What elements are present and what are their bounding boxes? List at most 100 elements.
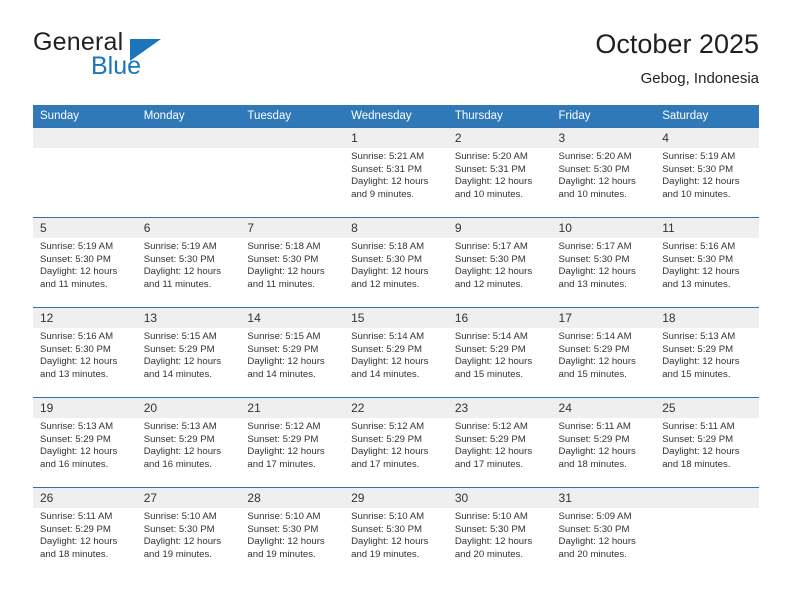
daylight-text-line1: Daylight: 12 hours (143, 266, 222, 278)
daylight-text-line2: and 10 minutes. (662, 188, 731, 200)
calendar-day-cell[interactable]: 5 Sunrise: 5:19 AM Sunset: 5:30 PM Daylight… (33, 217, 137, 308)
daylight-text-line1: Daylight: 12 hours (558, 446, 636, 458)
daylight-text-line2: and 12 minutes. (454, 278, 524, 290)
daylight-text-line1: Daylight: 12 hours (662, 356, 740, 368)
day-number: 21 (240, 398, 345, 418)
calendar-day-cell[interactable]: 3 Sunrise: 5:20 AM Sunset: 5:30 PM Daylight… (551, 127, 656, 218)
sunrise-text: Sunrise: 5:10 AM (247, 511, 321, 522)
daylight-text-line1: Daylight: 12 hours (351, 176, 429, 188)
day-number: 24 (551, 398, 656, 418)
general-blue-logo[interactable]: General Blue (33, 28, 253, 94)
day-cell: 12 Sunrise: 5:16 AM Sunset: 5:30 PM Dayligh… (33, 308, 137, 397)
calendar-week-row: 19 Sunrise: 5:13 AM Sunset: 5:29 PM Dayligh… (33, 397, 759, 488)
day-cell: 30 Sunrise: 5:10 AM Sunset: 5:30 PM Dayligh… (447, 488, 552, 577)
sunrise-text: Sunrise: 5:09 AM (558, 511, 632, 522)
calendar-day-cell[interactable]: 26 Sunrise: 5:11 AM Sunset: 5:29 PM Dayligh… (33, 487, 137, 577)
sunset-text: Sunset: 5:29 PM (351, 343, 423, 355)
daylight-text-line2: and 13 minutes. (662, 278, 731, 290)
day-number: 10 (551, 218, 656, 238)
calendar-day-cell[interactable]: 25 Sunrise: 5:11 AM Sunset: 5:29 PM Dayligh… (655, 397, 759, 488)
daylight-text-line2: and 11 minutes. (40, 278, 108, 290)
daylight-text-line1: Daylight: 12 hours (662, 446, 740, 458)
sunset-text: Sunset: 5:30 PM (454, 253, 526, 265)
sunrise-text: Sunrise: 5:10 AM (454, 511, 528, 522)
sunset-text: Sunset: 5:31 PM (351, 163, 423, 175)
day-number: 11 (655, 218, 759, 238)
calendar-day-cell[interactable]: 7 Sunrise: 5:18 AM Sunset: 5:30 PM Daylight… (240, 217, 345, 308)
page-subtitle-location: Gebog, Indonesia (640, 70, 759, 87)
calendar-day-cell[interactable]: 24 Sunrise: 5:11 AM Sunset: 5:29 PM Dayligh… (551, 397, 656, 488)
calendar-day-cell[interactable]: 14 Sunrise: 5:15 AM Sunset: 5:29 PM Dayligh… (240, 307, 345, 398)
day-details: Sunrise: 5:15 AM Sunset: 5:29 PM Daylight:… (137, 328, 241, 381)
day-details: Sunrise: 5:16 AM Sunset: 5:30 PM Daylight:… (33, 328, 137, 381)
sunset-text: Sunset: 5:30 PM (662, 253, 734, 265)
calendar-day-cell[interactable] (136, 127, 241, 218)
calendar-day-cell[interactable]: 8 Sunrise: 5:18 AM Sunset: 5:30 PM Daylight… (344, 217, 448, 308)
sunset-text: Sunset: 5:30 PM (247, 253, 319, 265)
calendar-day-cell[interactable] (655, 487, 759, 577)
sunset-text: Sunset: 5:31 PM (454, 163, 526, 175)
daylight-text-line1: Daylight: 12 hours (351, 266, 429, 278)
calendar-day-cell[interactable] (33, 127, 137, 218)
day-cell: 26 Sunrise: 5:11 AM Sunset: 5:29 PM Dayligh… (33, 488, 137, 577)
calendar-day-cell[interactable]: 17 Sunrise: 5:14 AM Sunset: 5:29 PM Dayligh… (551, 307, 656, 398)
daylight-text-line1: Daylight: 12 hours (40, 446, 118, 458)
calendar-day-cell[interactable]: 27 Sunrise: 5:10 AM Sunset: 5:30 PM Dayligh… (136, 487, 241, 577)
calendar-day-cell[interactable]: 10 Sunrise: 5:17 AM Sunset: 5:30 PM Dayligh… (551, 217, 656, 308)
day-cell: 11 Sunrise: 5:16 AM Sunset: 5:30 PM Dayligh… (655, 218, 759, 307)
day-cell: 8 Sunrise: 5:18 AM Sunset: 5:30 PM Daylight… (344, 218, 448, 307)
calendar-day-cell[interactable] (240, 127, 345, 218)
calendar-day-cell[interactable]: 23 Sunrise: 5:12 AM Sunset: 5:29 PM Dayligh… (447, 397, 552, 488)
calendar-day-cell[interactable]: 12 Sunrise: 5:16 AM Sunset: 5:30 PM Dayligh… (33, 307, 137, 398)
day-cell: 28 Sunrise: 5:10 AM Sunset: 5:30 PM Dayligh… (240, 488, 345, 577)
sunrise-text: Sunrise: 5:13 AM (662, 331, 736, 342)
sunrise-text: Sunrise: 5:12 AM (247, 421, 321, 432)
sunset-text: Sunset: 5:29 PM (662, 433, 734, 445)
daylight-text-line2: and 13 minutes. (558, 278, 627, 290)
calendar-day-cell[interactable]: 4 Sunrise: 5:19 AM Sunset: 5:30 PM Daylight… (655, 127, 759, 218)
calendar-day-cell[interactable]: 28 Sunrise: 5:10 AM Sunset: 5:30 PM Dayligh… (240, 487, 345, 577)
calendar-day-cell[interactable]: 31 Sunrise: 5:09 AM Sunset: 5:30 PM Dayligh… (551, 487, 656, 577)
calendar-day-cell[interactable]: 2 Sunrise: 5:20 AM Sunset: 5:31 PM Daylight… (447, 127, 552, 218)
day-cell: 17 Sunrise: 5:14 AM Sunset: 5:29 PM Dayligh… (551, 308, 656, 397)
calendar-day-cell[interactable]: 15 Sunrise: 5:14 AM Sunset: 5:29 PM Dayligh… (344, 307, 448, 398)
calendar-day-cell[interactable]: 30 Sunrise: 5:10 AM Sunset: 5:30 PM Dayligh… (447, 487, 552, 577)
day-details: Sunrise: 5:13 AM Sunset: 5:29 PM Daylight:… (137, 418, 241, 471)
day-number: 9 (447, 218, 552, 238)
calendar-day-cell[interactable]: 9 Sunrise: 5:17 AM Sunset: 5:30 PM Daylight… (447, 217, 552, 308)
daylight-text-line2: and 13 minutes. (40, 368, 109, 380)
sunrise-text: Sunrise: 5:20 AM (454, 151, 528, 162)
daylight-text-line1: Daylight: 12 hours (454, 176, 533, 188)
daylight-text-line2: and 11 minutes. (247, 278, 315, 290)
calendar-day-cell[interactable]: 11 Sunrise: 5:16 AM Sunset: 5:30 PM Dayligh… (655, 217, 759, 308)
sunrise-text: Sunrise: 5:16 AM (662, 241, 736, 252)
day-cell: 25 Sunrise: 5:11 AM Sunset: 5:29 PM Dayligh… (655, 398, 759, 487)
sunset-text: Sunset: 5:30 PM (558, 523, 630, 535)
calendar-day-cell[interactable]: 18 Sunrise: 5:13 AM Sunset: 5:29 PM Dayligh… (655, 307, 759, 398)
sunset-text: Sunset: 5:29 PM (40, 433, 111, 445)
day-details: Sunrise: 5:10 AM Sunset: 5:30 PM Daylight:… (344, 508, 448, 561)
calendar-day-cell[interactable]: 29 Sunrise: 5:10 AM Sunset: 5:30 PM Dayligh… (344, 487, 448, 577)
daylight-text-line1: Daylight: 12 hours (351, 446, 429, 458)
daylight-text-line2: and 14 minutes. (143, 368, 212, 380)
calendar-day-cell[interactable]: 20 Sunrise: 5:13 AM Sunset: 5:29 PM Dayligh… (136, 397, 241, 488)
daylight-text-line2: and 19 minutes. (351, 548, 420, 560)
daylight-text-line2: and 9 minutes. (351, 188, 415, 200)
daylight-text-line1: Daylight: 12 hours (40, 356, 118, 368)
day-details: Sunrise: 5:17 AM Sunset: 5:30 PM Daylight:… (552, 238, 656, 291)
calendar-day-cell[interactable]: 13 Sunrise: 5:15 AM Sunset: 5:29 PM Dayligh… (136, 307, 241, 398)
calendar-day-cell[interactable]: 1 Sunrise: 5:21 AM Sunset: 5:31 PM Daylight… (344, 127, 448, 218)
day-number (33, 128, 137, 148)
day-cell: 24 Sunrise: 5:11 AM Sunset: 5:29 PM Dayligh… (551, 398, 656, 487)
calendar-day-cell[interactable]: 21 Sunrise: 5:12 AM Sunset: 5:29 PM Dayligh… (240, 397, 345, 488)
sunrise-text: Sunrise: 5:11 AM (662, 421, 735, 432)
sunrise-text: Sunrise: 5:16 AM (40, 331, 114, 342)
sunset-text: Sunset: 5:29 PM (662, 343, 734, 355)
daylight-text-line1: Daylight: 12 hours (247, 266, 325, 278)
calendar-day-cell[interactable]: 19 Sunrise: 5:13 AM Sunset: 5:29 PM Dayligh… (33, 397, 137, 488)
calendar-day-cell[interactable]: 16 Sunrise: 5:14 AM Sunset: 5:29 PM Dayligh… (447, 307, 552, 398)
day-number: 14 (240, 308, 345, 328)
calendar-day-cell[interactable]: 22 Sunrise: 5:12 AM Sunset: 5:29 PM Dayligh… (344, 397, 448, 488)
sunrise-text: Sunrise: 5:19 AM (40, 241, 114, 252)
calendar-day-cell[interactable]: 6 Sunrise: 5:19 AM Sunset: 5:30 PM Daylight… (136, 217, 241, 308)
